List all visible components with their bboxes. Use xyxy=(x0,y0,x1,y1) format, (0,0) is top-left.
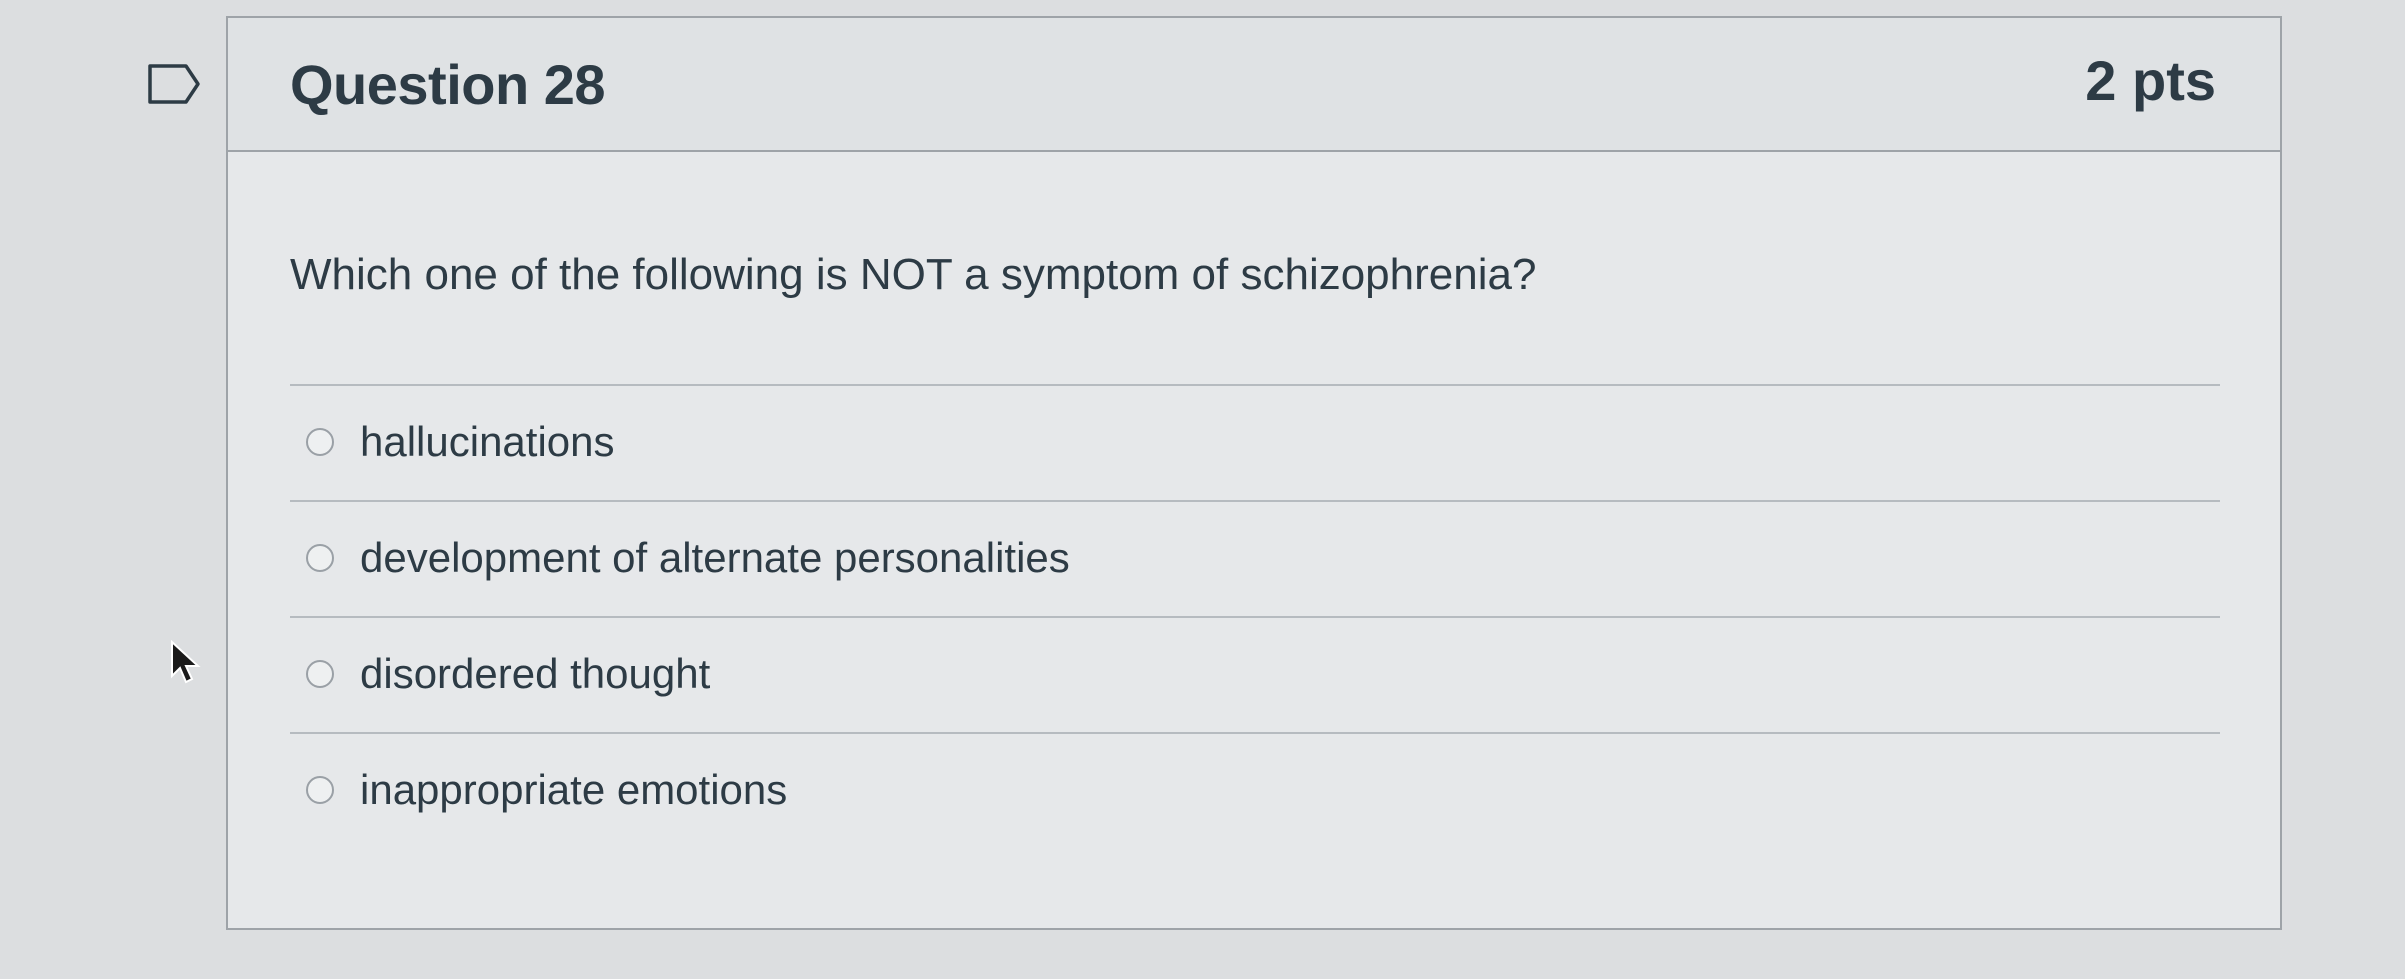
question-card: Question 28 2 pts Which one of the follo… xyxy=(226,16,2282,930)
answer-label[interactable]: development of alternate personalities xyxy=(360,534,1070,582)
answer-label[interactable]: inappropriate emotions xyxy=(360,766,787,814)
answer-label[interactable]: disordered thought xyxy=(360,650,710,698)
question-header: Question 28 2 pts xyxy=(228,18,2280,152)
mouse-pointer-icon xyxy=(170,639,204,688)
radio-button[interactable] xyxy=(306,660,334,688)
answer-option[interactable]: hallucinations xyxy=(290,384,2220,500)
flag-question-icon[interactable] xyxy=(146,62,202,106)
question-points: 2 pts xyxy=(2085,49,2216,112)
answer-list: hallucinations development of alternate … xyxy=(290,384,2220,848)
answer-option[interactable]: disordered thought xyxy=(290,616,2220,732)
question-title: Question 28 xyxy=(290,53,606,116)
answer-option[interactable]: inappropriate emotions xyxy=(290,732,2220,848)
radio-button[interactable] xyxy=(306,428,334,456)
question-prompt: Which one of the following is NOT a symp… xyxy=(290,250,1537,299)
radio-button[interactable] xyxy=(306,776,334,804)
radio-button[interactable] xyxy=(306,544,334,572)
answer-label[interactable]: hallucinations xyxy=(360,418,615,466)
answer-option[interactable]: development of alternate personalities xyxy=(290,500,2220,616)
